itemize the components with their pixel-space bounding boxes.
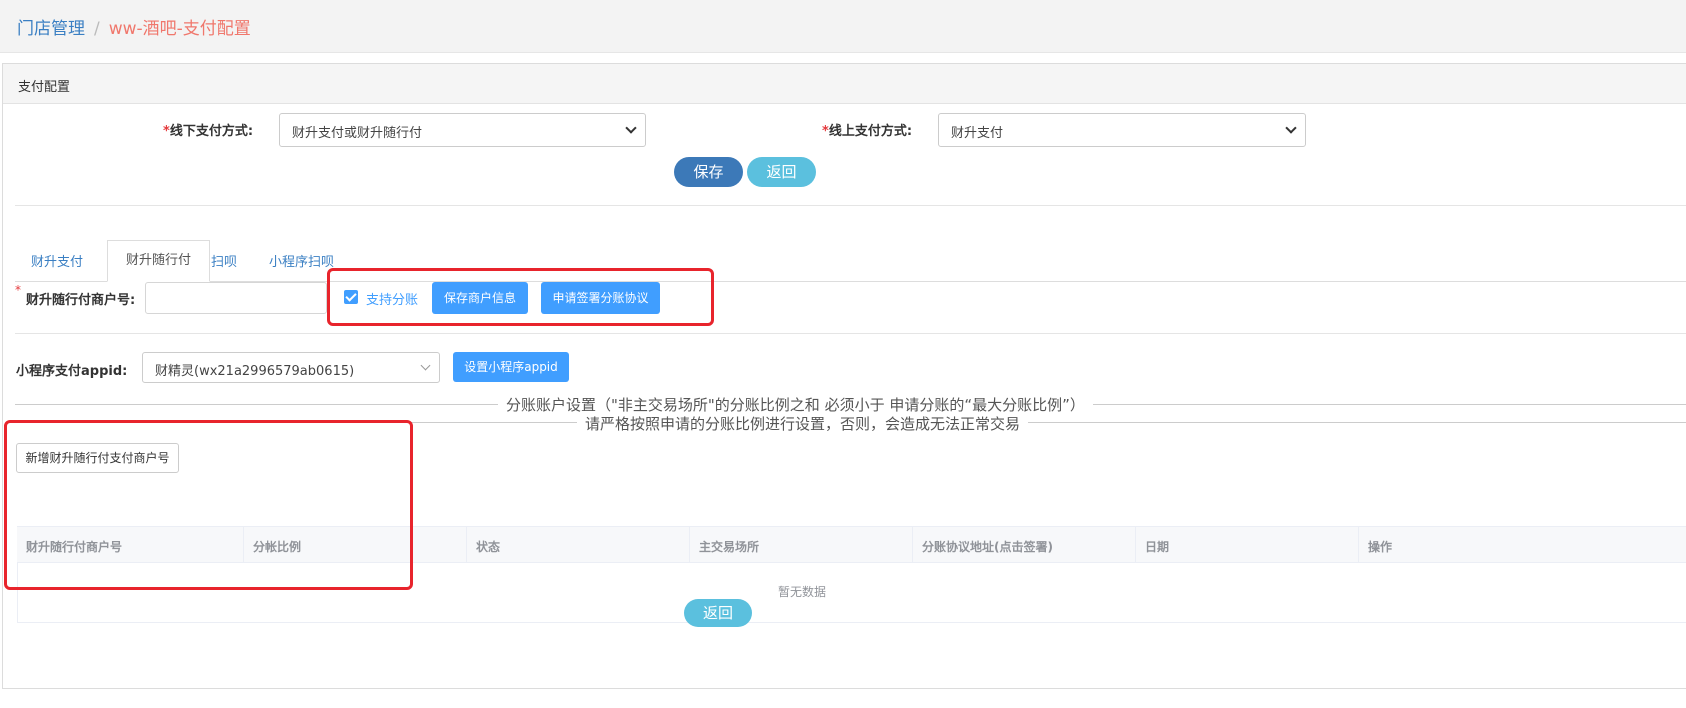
split-settings-title: 分账账户设置（"非主交易场所"的分账比例之和 必须小于 申请分账的“最大分账比例…	[498, 394, 1093, 415]
chevron-down-icon	[1285, 122, 1297, 134]
online-payment-label: *线上支付方式:	[822, 124, 913, 139]
chevron-down-icon	[420, 360, 431, 371]
column-header: 日期	[1145, 540, 1170, 554]
highlight-box	[4, 420, 413, 590]
breadcrumb-store-management[interactable]: 门店管理	[17, 19, 85, 39]
column-separator	[1358, 527, 1359, 563]
panel-header: 支付配置	[3, 64, 1686, 104]
breadcrumb-separator: /	[94, 19, 100, 39]
miniapp-appid-label: 小程序支付appid:	[16, 364, 128, 379]
offline-payment-select[interactable]: 财升支付或财升随行付	[279, 113, 646, 147]
tab-caisheng-suixingfu[interactable]: 财升随行付	[107, 240, 210, 282]
breadcrumb-current: ww-酒吧-支付配置	[108, 19, 251, 39]
set-miniapp-appid-button[interactable]: 设置小程序appid	[453, 352, 569, 382]
tab-saobei[interactable]: 扫呗	[211, 251, 237, 270]
section-divider	[15, 205, 1686, 206]
chevron-down-icon	[625, 122, 637, 134]
breadcrumb: 门店管理 / ww-酒吧-支付配置	[17, 14, 251, 39]
footer-back-button[interactable]: 返回	[684, 599, 752, 627]
online-payment-value: 财升支付	[951, 126, 1004, 141]
column-separator	[466, 527, 467, 563]
required-mark: *	[15, 283, 21, 297]
merchant-number-input[interactable]	[145, 282, 327, 314]
column-separator	[1135, 527, 1136, 563]
panel-title: 支付配置	[18, 80, 71, 95]
top-bar: 门店管理 / ww-酒吧-支付配置	[0, 0, 1686, 53]
offline-payment-label: *线下支付方式:	[163, 124, 254, 139]
column-separator	[912, 527, 913, 563]
tab-caisheng-pay[interactable]: 财升支付	[31, 251, 83, 270]
column-separator	[689, 527, 690, 563]
empty-state-text: 暂无数据	[778, 585, 827, 599]
section-divider	[15, 333, 1686, 334]
required-mark: *	[822, 124, 829, 139]
online-payment-select[interactable]: 财升支付	[938, 113, 1306, 147]
column-header: 分账协议地址(点击签署)	[922, 540, 1053, 554]
miniapp-appid-value: 财精灵(wx21a2996579ab0615)	[155, 364, 355, 379]
offline-payment-value: 财升支付或财升随行付	[292, 126, 423, 141]
column-header: 操作	[1368, 540, 1393, 554]
column-header: 主交易场所	[699, 540, 760, 554]
column-header: 状态	[476, 540, 501, 554]
merchant-number-label: 财升随行付商户号:	[26, 293, 136, 308]
highlight-box	[327, 268, 714, 326]
back-button[interactable]: 返回	[747, 157, 816, 187]
required-mark: *	[163, 124, 170, 139]
miniapp-appid-select[interactable]: 财精灵(wx21a2996579ab0615)	[142, 352, 440, 383]
split-settings-note: 请严格按照申请的分账比例进行设置，否则，会造成无法正常交易	[577, 413, 1029, 434]
save-button[interactable]: 保存	[674, 157, 743, 187]
tab-miniapp-saobei[interactable]: 小程序扫呗	[269, 251, 334, 270]
